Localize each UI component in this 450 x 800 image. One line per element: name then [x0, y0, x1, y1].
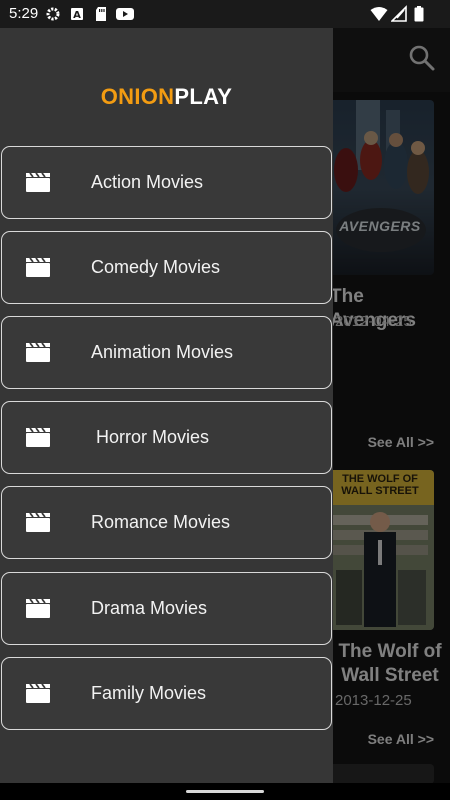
home-gesture-handle[interactable]: [186, 790, 264, 793]
wifi-icon: [370, 5, 388, 23]
battery-icon: [414, 5, 424, 23]
menu-item-family-movies[interactable]: Family Movies: [1, 657, 332, 730]
svg-text:A: A: [73, 10, 81, 21]
menu-item-label: Romance Movies: [91, 512, 231, 532]
clapperboard-icon: [25, 682, 51, 704]
clapperboard-icon: [25, 341, 51, 363]
menu-item-action-movies[interactable]: Action Movies: [1, 146, 332, 219]
sd-card-icon: [95, 5, 107, 23]
brand-part-2: PLAY: [174, 84, 233, 109]
menu-item-label: Horror Movies: [91, 427, 210, 447]
status-bar: 5:29 A: [0, 0, 450, 28]
cellular-signal-icon: [390, 5, 407, 23]
menu-item-label: Comedy Movies: [91, 257, 221, 277]
brand-part-1: ONION: [100, 84, 175, 109]
clapperboard-icon: [25, 426, 51, 448]
menu-item-comedy-movies[interactable]: Comedy Movies: [1, 231, 332, 304]
menu-item-label: Animation Movies: [91, 342, 234, 362]
clapperboard-icon: [25, 511, 51, 533]
menu-item-drama-movies[interactable]: Drama Movies: [1, 572, 332, 645]
youtube-icon: [116, 5, 134, 23]
menu-item-horror-movies[interactable]: Horror Movies: [1, 401, 332, 474]
menu-item-romance-movies[interactable]: Romance Movies: [1, 486, 332, 559]
menu-item-label: Action Movies: [91, 172, 204, 192]
clapperboard-icon: [25, 597, 51, 619]
status-time: 5:29: [9, 5, 39, 22]
menu-item-label: Family Movies: [91, 683, 207, 703]
settings-icon: [45, 5, 61, 23]
clapperboard-icon: [25, 256, 51, 278]
menu-item-animation-movies[interactable]: Animation Movies: [1, 316, 332, 389]
clapperboard-icon: [25, 171, 51, 193]
navigation-drawer: ONIONPLAY Action Movies Comedy Movies An…: [0, 28, 333, 783]
system-navigation-bar: [0, 783, 450, 800]
app-logo: ONIONPLAY: [0, 84, 333, 110]
font-a-icon: A: [70, 5, 84, 23]
menu-item-label: Drama Movies: [91, 598, 208, 618]
